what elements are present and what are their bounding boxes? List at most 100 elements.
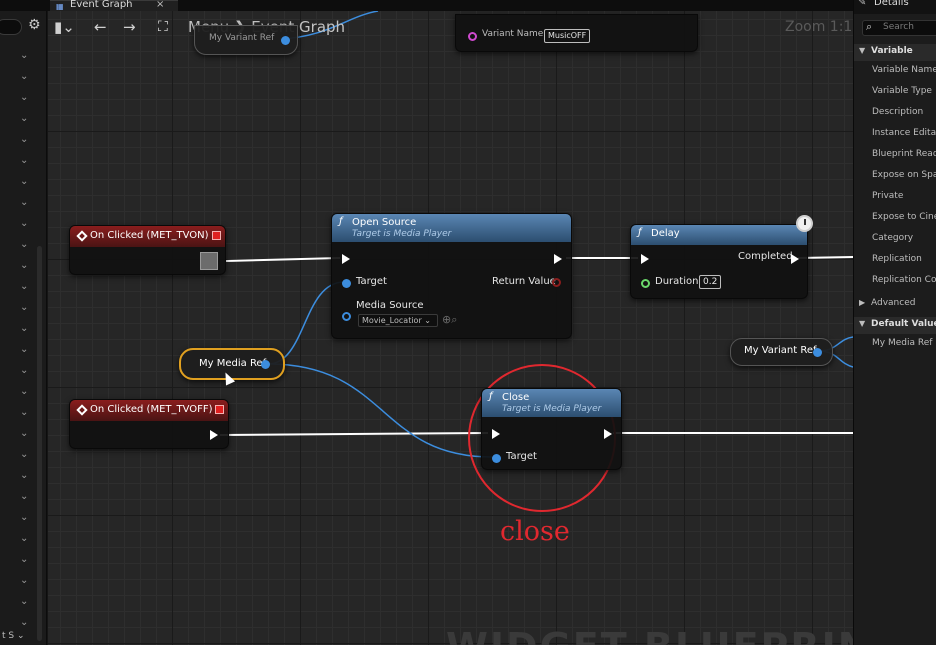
close-node[interactable]: ƒ Close Target is Media Player Target [481, 388, 622, 470]
close-tab-icon[interactable]: × [156, 0, 164, 10]
target-pin[interactable] [492, 454, 501, 463]
target-pin[interactable] [342, 279, 351, 288]
details-property-label: Expose to Cinem [872, 212, 936, 222]
chevron-down-icon[interactable]: ⌄ [20, 198, 30, 208]
duration-pin[interactable] [641, 279, 650, 288]
chevron-down-icon[interactable]: ⌄ [20, 513, 30, 523]
chevron-right-icon: ▶ [859, 298, 866, 307]
scrollbar[interactable] [37, 246, 42, 641]
event-title: On Clicked (MET_TVON) [90, 230, 209, 241]
function-header: ƒ Close Target is Media Player [482, 389, 621, 417]
graph-watermark: WIDGET BLUEPRINT [446, 625, 853, 645]
chevron-down-icon[interactable]: ⌄ [20, 471, 30, 481]
left-search-input[interactable] [0, 19, 22, 35]
chevron-down-icon[interactable]: ⌄ [20, 135, 30, 145]
chevron-down-icon[interactable]: ⌄ [20, 282, 30, 292]
chevron-down-icon[interactable]: ⌄ [20, 324, 30, 334]
chevron-down-icon[interactable]: ⌄ [20, 597, 30, 607]
function-subtitle: Target is Media Player [502, 404, 602, 414]
chevron-down-icon[interactable]: ⌄ [20, 72, 30, 82]
chevron-down-icon: ▼ [859, 319, 866, 328]
graph-icon: ⛶ [158, 19, 168, 35]
open-source-node[interactable]: ƒ Open Source Target is Media Player Tar… [331, 213, 572, 339]
chevron-down-icon[interactable]: ⌄ [20, 303, 30, 313]
search-icon: ⌕ [866, 20, 873, 33]
my-media-ref-pin[interactable] [261, 360, 270, 369]
chevron-down-icon[interactable]: ⌄ [20, 177, 30, 187]
return-value-pin[interactable] [552, 278, 561, 287]
chevron-down-icon[interactable]: ⌄ [20, 576, 30, 586]
event-header: On Clicked (MET_TVON) [70, 226, 225, 247]
chevron-down-icon[interactable]: ⌄ [20, 366, 30, 376]
event-delegate-pin[interactable] [212, 231, 221, 240]
details-property-label: Variable Name [872, 65, 936, 75]
details-property-label: My Media Ref [872, 338, 933, 348]
event-graph-canvas[interactable]: ▮⌄ ← → ⛶ Menu ❯ Event Graph Zoom 1:1 My … [48, 11, 853, 645]
exec-wire-on-to-open [225, 257, 341, 262]
object-wire-media-to-close [267, 363, 493, 458]
details-category[interactable]: ▶ Advanced [854, 296, 936, 313]
function-subtitle: Target is Media Player [352, 229, 452, 239]
exec-out-pin[interactable] [200, 252, 218, 270]
variant-name-value[interactable]: MusicOFF [544, 29, 591, 43]
chevron-down-icon[interactable]: ⌄ [20, 93, 30, 103]
search-placeholder: Search [883, 22, 914, 32]
exec-out-pin[interactable] [554, 254, 562, 264]
top-variant-ref-node[interactable]: My Variant Ref [194, 25, 298, 55]
gear-icon[interactable]: ⚙ [28, 17, 41, 33]
event-header: On Clicked (MET_TVOFF) [70, 400, 228, 421]
chevron-down-icon[interactable]: ⌄ [20, 450, 30, 460]
my-variant-ref-node[interactable]: My Variant Ref [730, 338, 833, 366]
chevron-down-icon[interactable]: ⌄ [20, 429, 30, 439]
exec-completed-pin[interactable] [791, 254, 799, 264]
forward-arrow-icon[interactable]: → [123, 18, 136, 36]
chevron-down-icon[interactable]: ⌄ [20, 156, 30, 166]
chevron-down-icon[interactable]: ⌄ [20, 261, 30, 271]
details-category[interactable]: ▼ Default Value [854, 317, 936, 334]
chevron-down-icon[interactable]: ⌄ [20, 219, 30, 229]
chevron-down-icon[interactable]: ⌄ [20, 534, 30, 544]
chevron-down-icon[interactable]: ⌄ [20, 240, 30, 250]
details-property-label: Replication Cond [872, 275, 936, 285]
chevron-down-icon[interactable]: ⌄ [20, 555, 30, 565]
exec-out-pin[interactable] [210, 430, 218, 440]
details-property-label: Category [872, 233, 914, 243]
exec-in-pin[interactable] [492, 429, 500, 439]
on-clicked-tvon-node[interactable]: On Clicked (MET_TVON) [69, 225, 226, 275]
details-property-label: Instance Editable [872, 128, 936, 138]
media-source-dropdown[interactable]: Movie_Locatior ⌄ [358, 314, 438, 327]
chevron-down-icon[interactable]: ⌄ [20, 114, 30, 124]
bookmark-icon[interactable]: ▮⌄ [54, 18, 75, 36]
chevron-down-icon[interactable]: ⌄ [20, 345, 30, 355]
exec-in-pin[interactable] [342, 254, 350, 264]
browse-icon[interactable]: ⊕⌕ [442, 313, 457, 327]
on-clicked-tvoff-node[interactable]: On Clicked (MET_TVOFF) [69, 399, 229, 449]
chevron-down-icon[interactable]: ⌄ [20, 408, 30, 418]
tab-label: Event Graph [70, 0, 133, 10]
details-property-label: Blueprint Read O [872, 149, 936, 159]
exec-in-pin[interactable] [641, 254, 649, 264]
delay-node[interactable]: ƒ Delay Completed Duration 0.2 [630, 215, 813, 299]
details-category[interactable]: ▼ Variable [854, 44, 936, 61]
variant-name-pin[interactable] [468, 32, 477, 41]
chevron-down-icon[interactable]: ⌄ [20, 618, 30, 628]
duration-value[interactable]: 0.2 [699, 275, 722, 289]
chevron-down-icon[interactable]: ⌄ [20, 51, 30, 61]
details-search-input[interactable]: ⌕ Search [862, 20, 936, 36]
chevron-down-icon[interactable]: ⌄ [20, 492, 30, 502]
details-category-label: Variable [871, 46, 913, 56]
set-variant-node-partial[interactable]: Variant Name MusicOFF [455, 14, 698, 52]
annotation-label: close [500, 516, 570, 547]
top-variant-ref-pin[interactable] [281, 36, 290, 45]
details-header: ✎ Details [854, 0, 936, 14]
graph-toolbar: ▮⌄ ← → ⛶ Menu ❯ Event Graph Zoom 1:1 [48, 11, 853, 47]
chevron-down-icon[interactable]: ⌄ [20, 387, 30, 397]
exec-out-pin[interactable] [604, 429, 612, 439]
tab-event-graph[interactable]: ▦ Event Graph × [50, 0, 178, 11]
return-value-label: Return Value [492, 276, 556, 287]
function-title: Close [502, 392, 530, 403]
event-delegate-pin[interactable] [215, 405, 224, 414]
back-arrow-icon[interactable]: ← [94, 18, 107, 36]
my-variant-ref-pin[interactable] [813, 348, 822, 357]
media-source-pin[interactable] [342, 312, 351, 321]
